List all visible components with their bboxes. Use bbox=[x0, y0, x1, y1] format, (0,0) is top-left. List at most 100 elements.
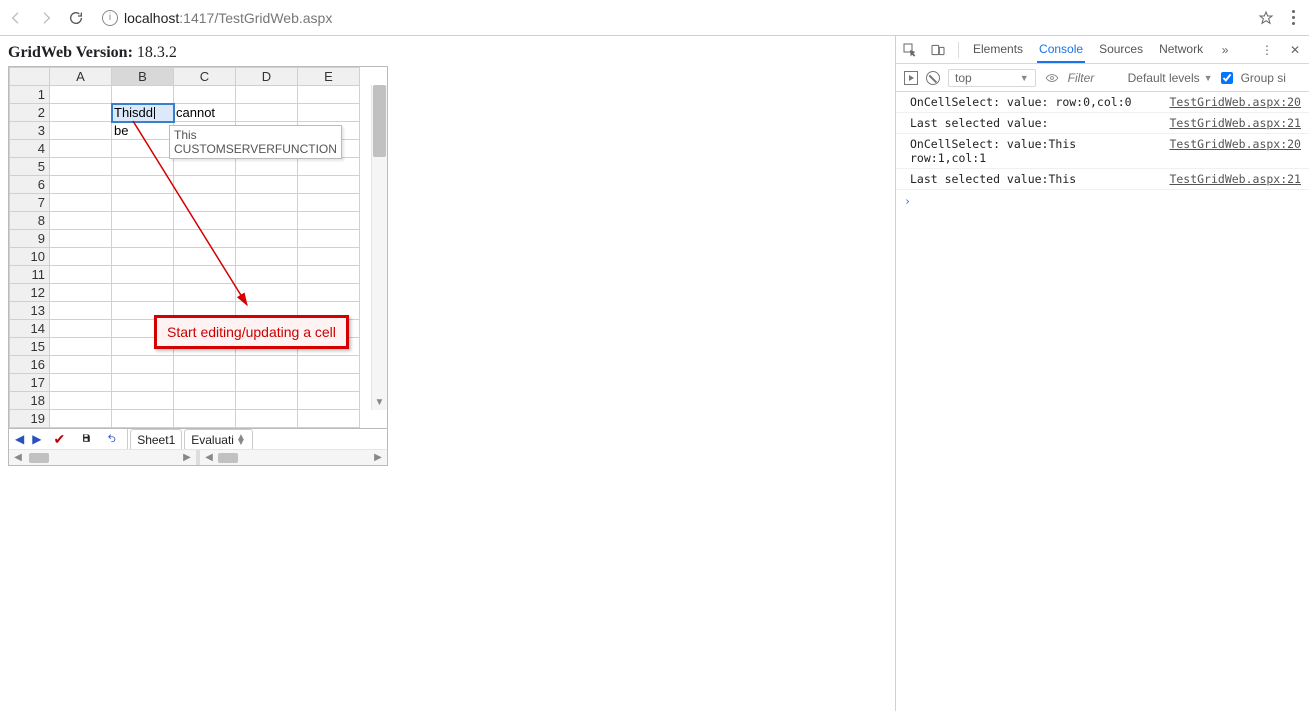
cell[interactable] bbox=[50, 122, 112, 140]
submit-icon[interactable]: ✔ bbox=[49, 431, 69, 448]
cell[interactable] bbox=[298, 284, 360, 302]
execution-context-icon[interactable] bbox=[904, 71, 918, 85]
cell[interactable] bbox=[50, 266, 112, 284]
cell[interactable] bbox=[236, 410, 298, 428]
context-selector[interactable]: top ▼ bbox=[948, 69, 1036, 87]
row-header[interactable]: 18 bbox=[10, 392, 50, 410]
cell[interactable] bbox=[50, 284, 112, 302]
cell[interactable] bbox=[174, 356, 236, 374]
cell[interactable] bbox=[236, 392, 298, 410]
undo-icon[interactable] bbox=[103, 432, 121, 446]
col-header[interactable]: D bbox=[236, 68, 298, 86]
row-header[interactable]: 13 bbox=[10, 302, 50, 320]
cell[interactable] bbox=[236, 86, 298, 104]
back-icon[interactable] bbox=[8, 10, 24, 26]
scrollbar-thumb[interactable] bbox=[29, 453, 49, 463]
cell[interactable] bbox=[50, 410, 112, 428]
forward-icon[interactable] bbox=[38, 10, 54, 26]
cell[interactable] bbox=[174, 86, 236, 104]
cell[interactable] bbox=[298, 410, 360, 428]
cell[interactable] bbox=[50, 158, 112, 176]
cell[interactable] bbox=[50, 212, 112, 230]
group-similar-checkbox[interactable] bbox=[1221, 72, 1233, 84]
cell[interactable] bbox=[298, 356, 360, 374]
row-header[interactable]: 9 bbox=[10, 230, 50, 248]
hscroll-left[interactable]: ◀▶ bbox=[9, 452, 196, 463]
close-icon[interactable]: ✕ bbox=[1287, 42, 1303, 58]
save-icon[interactable] bbox=[77, 432, 95, 446]
row-header[interactable]: 3 bbox=[10, 122, 50, 140]
cell[interactable] bbox=[298, 158, 360, 176]
cell[interactable] bbox=[50, 176, 112, 194]
log-level-selector[interactable]: Default levels ▼ bbox=[1128, 71, 1213, 85]
sheet-tab[interactable]: Evaluati▲▼ bbox=[184, 429, 253, 449]
cell[interactable] bbox=[298, 212, 360, 230]
row-header[interactable]: 19 bbox=[10, 410, 50, 428]
cell[interactable] bbox=[112, 356, 174, 374]
cell[interactable] bbox=[50, 338, 112, 356]
sheet-tab[interactable]: Sheet1 bbox=[130, 429, 182, 449]
row-header[interactable]: 17 bbox=[10, 374, 50, 392]
cell[interactable] bbox=[298, 176, 360, 194]
tab-network[interactable]: Network bbox=[1157, 36, 1205, 63]
cell[interactable] bbox=[50, 140, 112, 158]
row-header[interactable]: 4 bbox=[10, 140, 50, 158]
cell[interactable] bbox=[298, 392, 360, 410]
cell[interactable] bbox=[112, 392, 174, 410]
hscroll-right[interactable]: ◀▶ bbox=[200, 452, 387, 463]
devtools-menu-icon[interactable]: ⋮ bbox=[1259, 42, 1275, 58]
cell[interactable] bbox=[50, 104, 112, 122]
log-source-link[interactable]: TestGridWeb.aspx:20 bbox=[1169, 137, 1301, 165]
row-header[interactable]: 15 bbox=[10, 338, 50, 356]
cell[interactable] bbox=[298, 266, 360, 284]
row-header[interactable]: 1 bbox=[10, 86, 50, 104]
cell[interactable] bbox=[50, 86, 112, 104]
tab-sources[interactable]: Sources bbox=[1097, 36, 1145, 63]
row-header[interactable]: 5 bbox=[10, 158, 50, 176]
cell[interactable] bbox=[298, 248, 360, 266]
row-header[interactable]: 11 bbox=[10, 266, 50, 284]
col-header[interactable]: E bbox=[298, 68, 360, 86]
cell[interactable] bbox=[236, 356, 298, 374]
cell[interactable] bbox=[50, 374, 112, 392]
inspect-icon[interactable] bbox=[902, 42, 918, 58]
console-output[interactable]: OnCellSelect: value: row:0,col:0TestGrid… bbox=[896, 92, 1309, 711]
cell[interactable] bbox=[50, 230, 112, 248]
more-tabs-icon[interactable]: » bbox=[1217, 42, 1233, 58]
scroll-left-icon[interactable]: ◀ bbox=[202, 452, 216, 463]
cell[interactable] bbox=[236, 374, 298, 392]
row-header[interactable]: 12 bbox=[10, 284, 50, 302]
chrome-menu-icon[interactable] bbox=[1286, 10, 1301, 25]
cell[interactable] bbox=[298, 230, 360, 248]
cell[interactable] bbox=[50, 392, 112, 410]
clear-console-icon[interactable] bbox=[926, 71, 940, 85]
row-header[interactable]: 7 bbox=[10, 194, 50, 212]
row-header[interactable]: 10 bbox=[10, 248, 50, 266]
cell[interactable] bbox=[50, 194, 112, 212]
cell[interactable] bbox=[174, 392, 236, 410]
scroll-right-icon[interactable]: ▶ bbox=[371, 452, 385, 463]
star-icon[interactable] bbox=[1258, 10, 1274, 26]
tab-prev-icon[interactable]: ◀ bbox=[15, 432, 24, 446]
col-header[interactable]: C bbox=[174, 68, 236, 86]
cell[interactable] bbox=[112, 410, 174, 428]
scrollbar-thumb[interactable] bbox=[218, 453, 238, 463]
cell[interactable] bbox=[50, 248, 112, 266]
vertical-scrollbar[interactable]: ▼ bbox=[371, 85, 387, 410]
tab-console[interactable]: Console bbox=[1037, 36, 1085, 63]
cell[interactable] bbox=[174, 410, 236, 428]
tab-elements[interactable]: Elements bbox=[971, 36, 1025, 63]
address-bar[interactable]: i localhost:1417/TestGridWeb.aspx bbox=[96, 10, 1246, 26]
corner-cell[interactable] bbox=[10, 68, 50, 86]
device-toggle-icon[interactable] bbox=[930, 42, 946, 58]
row-header[interactable]: 6 bbox=[10, 176, 50, 194]
tab-next-icon[interactable]: ▶ bbox=[32, 432, 41, 446]
cell[interactable] bbox=[112, 86, 174, 104]
cell[interactable] bbox=[298, 374, 360, 392]
scroll-left-icon[interactable]: ◀ bbox=[11, 452, 25, 463]
row-header[interactable]: 8 bbox=[10, 212, 50, 230]
stepper-icon[interactable]: ▲▼ bbox=[236, 435, 246, 445]
console-prompt[interactable]: › bbox=[896, 190, 1309, 212]
cell[interactable] bbox=[50, 320, 112, 338]
log-source-link[interactable]: TestGridWeb.aspx:21 bbox=[1169, 116, 1301, 130]
